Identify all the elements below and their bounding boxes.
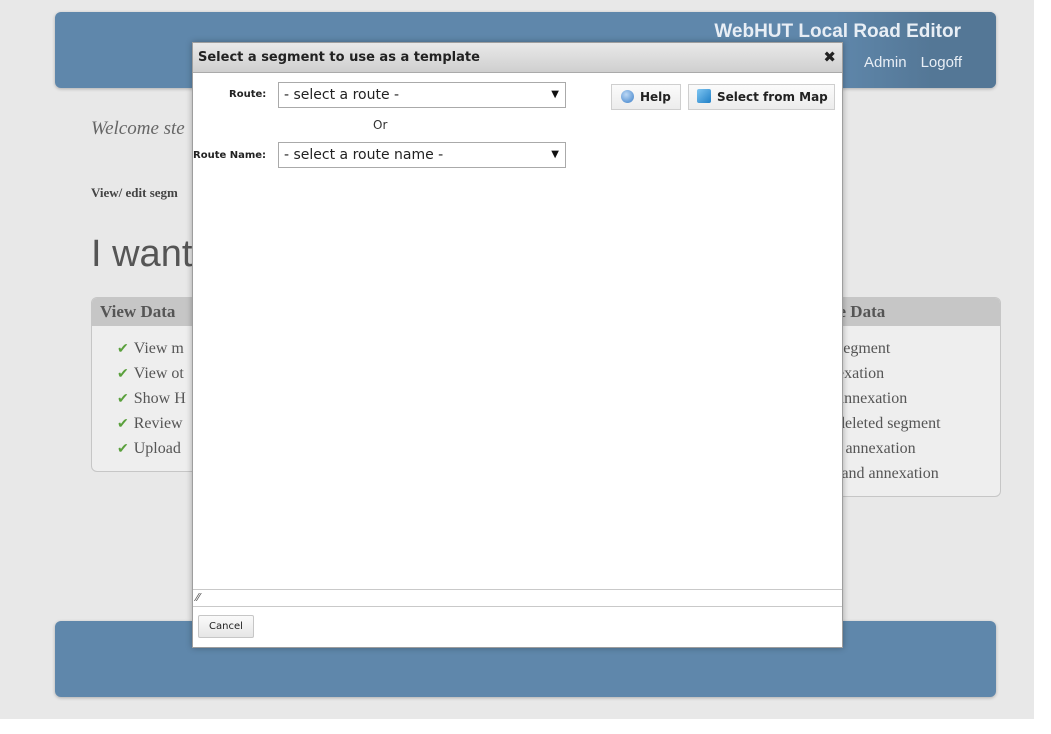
page-heading: I want [91, 233, 193, 275]
route-select[interactable]: - select a route - ▼ [278, 82, 566, 108]
route-name-select-value: - select a route name - [284, 147, 444, 163]
list-item[interactable]: l annexation [837, 438, 1000, 463]
list-item[interactable]: land annexation [837, 463, 1000, 488]
check-icon: ✔ [117, 392, 129, 407]
check-icon: ✔ [117, 342, 129, 357]
list-item[interactable]: exation [837, 363, 1000, 388]
or-separator: Or [373, 118, 388, 132]
globe-icon [697, 89, 711, 103]
help-button[interactable]: Help [611, 84, 681, 110]
view-edit-link[interactable]: View/ edit segm [91, 185, 178, 201]
app-title: WebHUT Local Road Editor [714, 21, 961, 42]
admin-link[interactable]: Admin [864, 54, 907, 71]
route-name-label: Route Name: [193, 150, 267, 161]
welcome-text: Welcome ste [91, 118, 185, 139]
route-select-value: - select a route - [284, 87, 400, 103]
dialog-title: Select a segment to use as a template [198, 50, 480, 65]
resize-handle-icon[interactable]: ⁄⁄ [196, 591, 200, 604]
cancel-button[interactable]: Cancel [198, 615, 254, 638]
route-label: Route: [229, 89, 267, 100]
resize-strip: ⁄⁄ [193, 589, 842, 607]
check-icon: ✔ [117, 442, 129, 457]
list-item[interactable]: segment [837, 338, 1000, 363]
check-icon: ✔ [117, 367, 129, 382]
template-segment-dialog: Select a segment to use as a template ✖ … [192, 42, 843, 648]
route-name-select[interactable]: - select a route name - ▼ [278, 142, 566, 168]
close-icon[interactable]: ✖ [823, 48, 836, 66]
chevron-down-icon: ▼ [551, 149, 559, 160]
dialog-title-bar[interactable]: Select a segment to use as a template ✖ [193, 43, 842, 73]
check-icon: ✔ [117, 417, 129, 432]
chevron-down-icon: ▼ [551, 89, 559, 100]
header-links: Admin Logoff [864, 54, 962, 71]
logoff-link[interactable]: Logoff [921, 54, 962, 71]
list-item[interactable]: annexation [837, 388, 1000, 413]
list-item[interactable]: deleted segment [837, 413, 1000, 438]
help-icon [621, 90, 634, 103]
select-from-map-button[interactable]: Select from Map [688, 84, 835, 110]
